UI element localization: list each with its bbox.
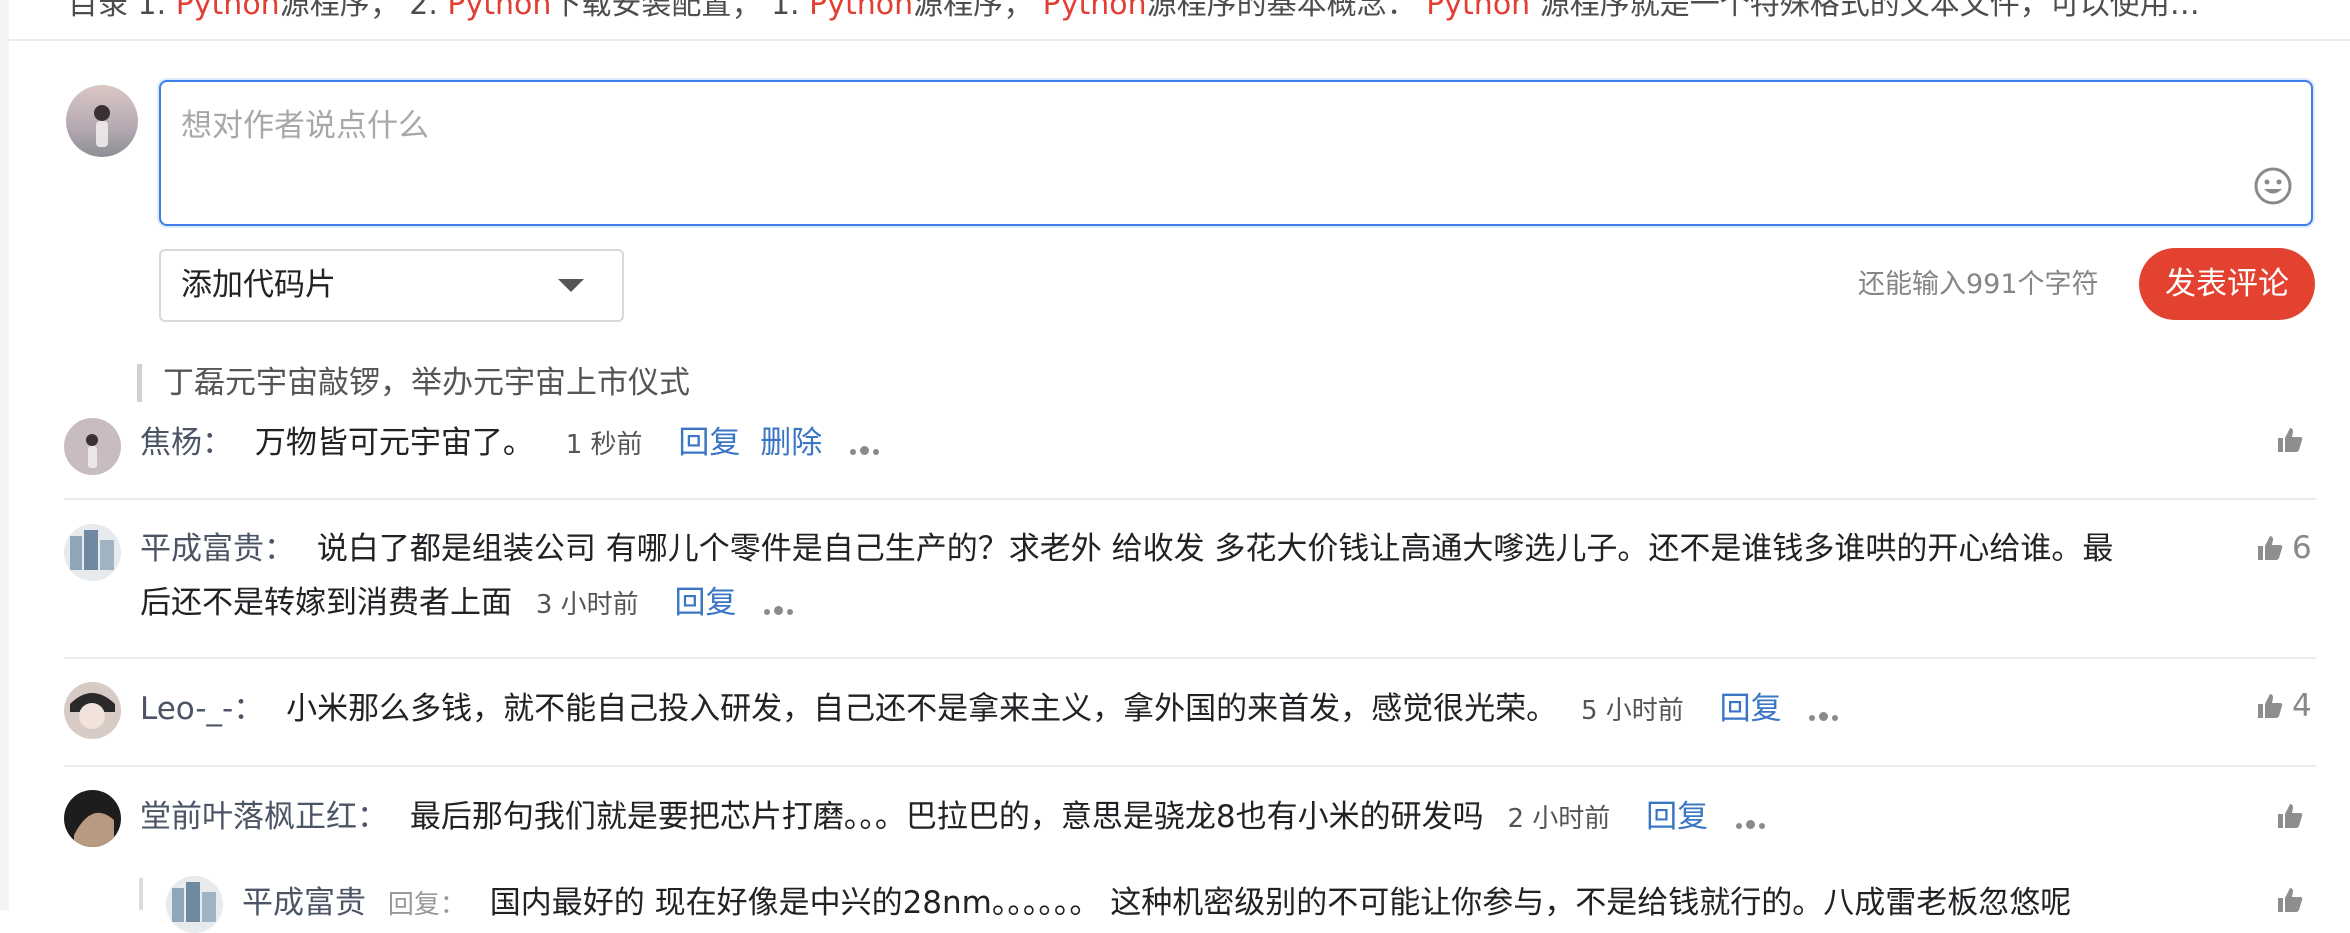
comment-row: 堂前叶落枫正红： 最后那句我们就是要把芯片打磨。。。巴拉巴的，意思是骁龙8也有小… xyxy=(140,790,1769,846)
comment-body: 说白了都是组装公司 有哪儿个零件是自己生产的？求老外 给收发 多花大价钱让高通大… xyxy=(316,531,2114,567)
reply-body: 国内最好的 现在好像是中兴的28nm。。。。。。 这种机密级别的不可能让你参与，… xyxy=(489,885,2072,921)
reply-row: 平成富贵 回复： 国内最好的 现在好像是中兴的28nm。。。。。。 这种机密级别… xyxy=(242,876,2071,932)
reply-thread-bar xyxy=(139,878,143,910)
summary-text: 目录 1. xyxy=(68,0,176,22)
comment-author[interactable]: Leo-_-： xyxy=(140,691,264,727)
divider xyxy=(9,39,2350,41)
comment-body: 小米那么多钱，就不能自己投入研发，自己还不是拿来主义，拿外国的来首发，感觉很光荣… xyxy=(286,691,1558,727)
divider xyxy=(64,765,2316,767)
quote-text: 丁磊元宇宙敲锣，举办元宇宙上市仪式 xyxy=(163,365,690,401)
thumbs-up-icon[interactable] xyxy=(2276,426,2304,454)
delete-button[interactable]: 删除 xyxy=(760,425,822,461)
avatar[interactable] xyxy=(64,790,121,847)
char-count: 还能输入991个字符 xyxy=(1858,269,2099,300)
comment-time: 5 小时前 xyxy=(1580,696,1684,726)
avatar[interactable] xyxy=(64,418,121,475)
summary-keyword: Python xyxy=(1042,0,1147,22)
reply-button[interactable]: 回复 xyxy=(1720,691,1782,727)
thumbs-up-icon[interactable] xyxy=(2256,534,2284,562)
reply-author[interactable]: 平成富贵 xyxy=(242,885,366,921)
summary-keyword: Python xyxy=(1426,0,1531,22)
comment-body-continued: 后还不是转嫁到消费者上面 xyxy=(140,585,512,621)
avatar[interactable] xyxy=(64,682,121,739)
comment-row-continued: 后还不是转嫁到消费者上面 3 小时前 回复 xyxy=(140,576,797,632)
avatar[interactable] xyxy=(166,876,223,933)
comment-time: 2 小时前 xyxy=(1507,804,1611,834)
comment-author[interactable]: 平成富贵： xyxy=(140,531,295,567)
comment-author[interactable]: 堂前叶落枫正红： xyxy=(140,799,388,835)
submit-comment-button[interactable]: 发表评论 xyxy=(2139,248,2315,320)
comment-row: 焦杨： 万物皆可元宇宙了。 1 秒前 回复 删除 xyxy=(140,416,883,472)
divider xyxy=(64,657,2316,659)
more-dots-icon[interactable] xyxy=(1735,792,1769,846)
caret-down-icon xyxy=(558,279,584,292)
reply-button[interactable]: 回复 xyxy=(1646,799,1708,835)
divider xyxy=(64,498,2316,500)
comment-input-box[interactable] xyxy=(159,80,2313,226)
summary-text: 下载安装配置； 1. xyxy=(551,0,810,22)
summary-keyword: Python xyxy=(175,0,280,22)
code-snippet-label: 添加代码片 xyxy=(181,267,336,303)
smiley-icon[interactable] xyxy=(2253,166,2293,206)
quote-bar xyxy=(137,364,142,402)
comment-author[interactable]: 焦杨： xyxy=(140,425,233,461)
comment-body: 万物皆可元宇宙了。 xyxy=(254,425,534,461)
summary-text: 源程序就是一个特殊格式的文本文件，可以使用… xyxy=(1530,0,2200,22)
thumbs-up-icon[interactable] xyxy=(2276,802,2304,830)
more-dots-icon[interactable] xyxy=(850,418,883,472)
reply-label: 回复： xyxy=(387,890,466,920)
more-dots-icon[interactable] xyxy=(1809,684,1842,738)
comment-row: Leo-_-： 小米那么多钱，就不能自己投入研发，自己还不是拿来主义，拿外国的来… xyxy=(140,682,1842,738)
thumbs-up-icon[interactable] xyxy=(2256,692,2284,720)
comment-row: 平成富贵： 说白了都是组装公司 有哪儿个零件是自己生产的？求老外 给收发 多花大… xyxy=(140,522,2113,576)
summary-text: 源程序的基本概念： xyxy=(1146,0,1427,22)
reply-button[interactable]: 回复 xyxy=(675,585,737,621)
more-dots-icon[interactable] xyxy=(764,578,797,632)
current-user-avatar[interactable] xyxy=(66,85,138,157)
summary-keyword: Python xyxy=(809,0,914,22)
left-gutter xyxy=(0,0,9,910)
comment-textarea[interactable] xyxy=(179,98,2263,212)
like-count: 4 xyxy=(2292,688,2312,724)
avatar[interactable] xyxy=(64,524,121,581)
reply-button[interactable]: 回复 xyxy=(678,425,740,461)
article-summary[interactable]: 目录 1. Python源程序； 2. Python下载安装配置； 1. Pyt… xyxy=(68,0,2318,24)
summary-keyword: Python xyxy=(447,0,552,22)
comment-body: 最后那句我们就是要把芯片打磨。。。巴拉巴的，意思是骁龙8也有小米的研发吗 xyxy=(409,799,1484,835)
code-snippet-select[interactable]: 添加代码片 xyxy=(159,249,624,322)
summary-text: 源程序； 2. xyxy=(279,0,448,22)
comment-time: 3 小时前 xyxy=(535,590,639,620)
summary-text: 源程序； xyxy=(913,0,1043,22)
like-count: 6 xyxy=(2292,530,2312,566)
comment-time: 1 秒前 xyxy=(565,430,643,460)
